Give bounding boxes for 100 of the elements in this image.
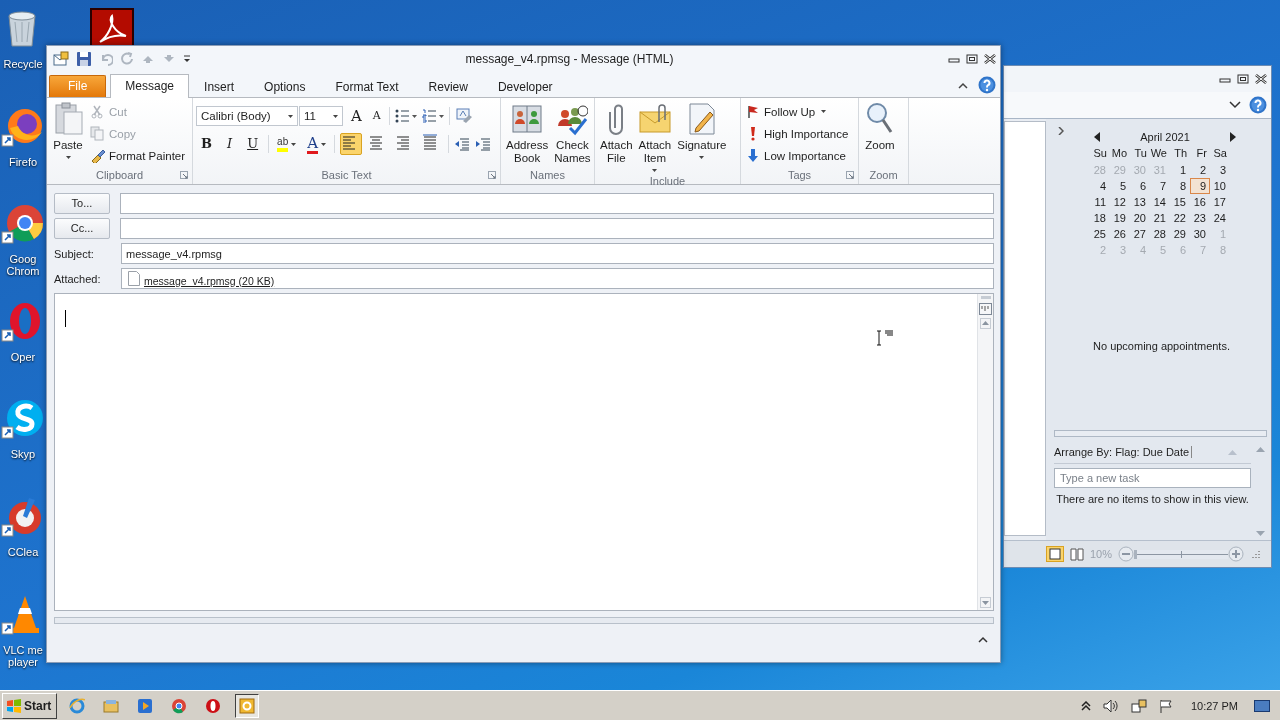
icon-label[interactable]: Skyp	[1, 448, 45, 461]
calendar-day[interactable]: 4	[1090, 178, 1110, 194]
calendar-day[interactable]: 18	[1090, 210, 1110, 226]
caret-icon[interactable]	[288, 114, 293, 118]
speaker-icon[interactable]	[1102, 698, 1119, 713]
slider-thumb[interactable]	[1134, 549, 1138, 559]
ribbon-button[interactable]: Signature	[675, 102, 729, 175]
new-task-field[interactable]: Type a new task	[1054, 468, 1251, 488]
resize-grip-icon[interactable]	[1250, 549, 1261, 559]
save-icon[interactable]	[76, 51, 92, 67]
close-icon[interactable]	[984, 54, 996, 64]
bullets-icon[interactable]	[394, 109, 417, 123]
show-desktop-icon[interactable]	[1254, 698, 1270, 713]
scroll-up-icon[interactable]	[980, 318, 991, 329]
address-button[interactable]: Cc...	[54, 218, 110, 239]
calendar-day[interactable]: 7	[1150, 178, 1170, 194]
ribbon-tab[interactable]: Developer	[482, 75, 568, 98]
format-button[interactable]: I	[222, 134, 238, 154]
input-field[interactable]	[120, 193, 994, 214]
calendar-day[interactable]: 21	[1150, 210, 1170, 226]
grow-font-button[interactable]: A	[348, 106, 365, 126]
ribbon-button[interactable]: Low Importance	[746, 146, 849, 165]
close-icon[interactable]	[1255, 74, 1267, 84]
calendar-day[interactable]: 19	[1110, 210, 1130, 226]
icon-label[interactable]: VLC me player	[1, 643, 45, 668]
calendar-day[interactable]: 10	[1210, 178, 1230, 194]
ribbon-button[interactable]: Attach File	[598, 102, 635, 175]
message-icon[interactable]	[53, 51, 69, 67]
calendar-day[interactable]: 1	[1170, 162, 1190, 178]
calendar-day[interactable]: 15	[1170, 194, 1190, 210]
zoom-button[interactable]: Zoom	[862, 102, 898, 168]
calendar-day[interactable]: 23	[1190, 210, 1210, 226]
calendar-day[interactable]: 27	[1130, 226, 1150, 242]
previous-month-icon[interactable]	[1094, 132, 1100, 142]
font-name-field[interactable]: Calibri (Body)	[196, 106, 298, 126]
expand-icon[interactable]	[1058, 127, 1064, 135]
calendar-day[interactable]: 9	[1190, 178, 1210, 194]
calendar-day[interactable]: 13	[1130, 194, 1150, 210]
address-button[interactable]: To...	[54, 193, 110, 214]
shrink-font-button[interactable]: A	[369, 106, 384, 126]
app-icon[interactable]	[1, 398, 45, 441]
subject-field[interactable]: message_v4.rpmsg	[121, 243, 994, 264]
calendar-day[interactable]: 17	[1210, 194, 1230, 210]
paste-button[interactable]: Paste	[50, 102, 86, 168]
format-button[interactable]: B	[196, 134, 217, 154]
show-hidden-icons-icon[interactable]	[1080, 700, 1091, 711]
align-left-icon[interactable]	[340, 133, 363, 155]
maximize-icon[interactable]	[1237, 74, 1249, 84]
format-button[interactable]: U	[242, 134, 264, 154]
icon-label[interactable]: Oper	[1, 350, 45, 363]
app-icon[interactable]	[1, 203, 45, 246]
calendar-day[interactable]: 22	[1170, 210, 1190, 226]
zoom-in-icon[interactable]	[1228, 546, 1245, 562]
calendar-day[interactable]: 25	[1090, 226, 1110, 242]
normal-view-icon[interactable]	[1046, 546, 1064, 562]
network-icon[interactable]	[1130, 698, 1147, 713]
calendar-day[interactable]: 3	[1210, 162, 1230, 178]
font-size-field[interactable]: 11	[299, 106, 343, 126]
icon-label[interactable]: Goog Chrom	[1, 253, 45, 278]
maximize-icon[interactable]	[966, 54, 978, 64]
ruler-icon[interactable]	[979, 303, 992, 315]
font-color-button[interactable]: A	[304, 134, 330, 154]
increase-indent-icon[interactable]	[475, 137, 492, 151]
collapse-ribbon-icon[interactable]	[958, 81, 968, 89]
calendar-day[interactable]: 14	[1150, 194, 1170, 210]
app-icon[interactable]	[90, 8, 134, 45]
calendar-day[interactable]: 16	[1190, 194, 1210, 210]
ribbon-tab[interactable]: Options	[249, 75, 321, 98]
chevron-icon[interactable]	[1229, 100, 1241, 110]
input-field[interactable]	[120, 218, 994, 239]
scroll-down-icon[interactable]	[980, 597, 991, 608]
calendar-day[interactable]: 12	[1110, 194, 1130, 210]
ribbon-tab[interactable]: Format Text	[320, 75, 414, 98]
reading-view-icon[interactable]	[1070, 547, 1084, 561]
ribbon-tab[interactable]: Message	[110, 74, 190, 98]
ribbon-button[interactable]: High Importance	[746, 124, 849, 143]
highlight-button[interactable]: ab	[274, 136, 300, 152]
calendar-day[interactable]: 6	[1130, 178, 1150, 194]
expand-icon[interactable]	[978, 636, 988, 643]
arrange-by-header[interactable]: Arrange By: Flag: Due Date	[1054, 446, 1193, 458]
numbering-icon[interactable]	[421, 109, 444, 123]
decrease-indent-icon[interactable]	[454, 137, 471, 151]
flag-icon[interactable]	[1158, 698, 1173, 713]
calendar-day[interactable]: 20	[1130, 210, 1150, 226]
dialog-launcher-icon[interactable]	[488, 171, 496, 179]
calendar-day[interactable]: 8	[1170, 178, 1190, 194]
dialog-launcher-icon[interactable]	[846, 171, 854, 179]
ribbon-button[interactable]: Address Book	[504, 102, 551, 168]
calendar-day[interactable]: 30	[1190, 226, 1210, 242]
zoom-out-icon[interactable]	[1118, 546, 1135, 562]
caret-icon[interactable]	[291, 142, 297, 146]
ribbon-button[interactable]: Follow Up	[746, 102, 849, 121]
caret-icon[interactable]	[321, 142, 327, 146]
customize-icon[interactable]	[183, 54, 191, 64]
calendar-day[interactable]: 5	[1110, 178, 1130, 194]
start-button[interactable]: Start	[2, 692, 58, 719]
calendar-day[interactable]: 29	[1170, 226, 1190, 242]
calendar-day[interactable]: 28	[1150, 226, 1170, 242]
calendar-day[interactable]: 2	[1190, 162, 1210, 178]
calendar-day[interactable]: 24	[1210, 210, 1230, 226]
